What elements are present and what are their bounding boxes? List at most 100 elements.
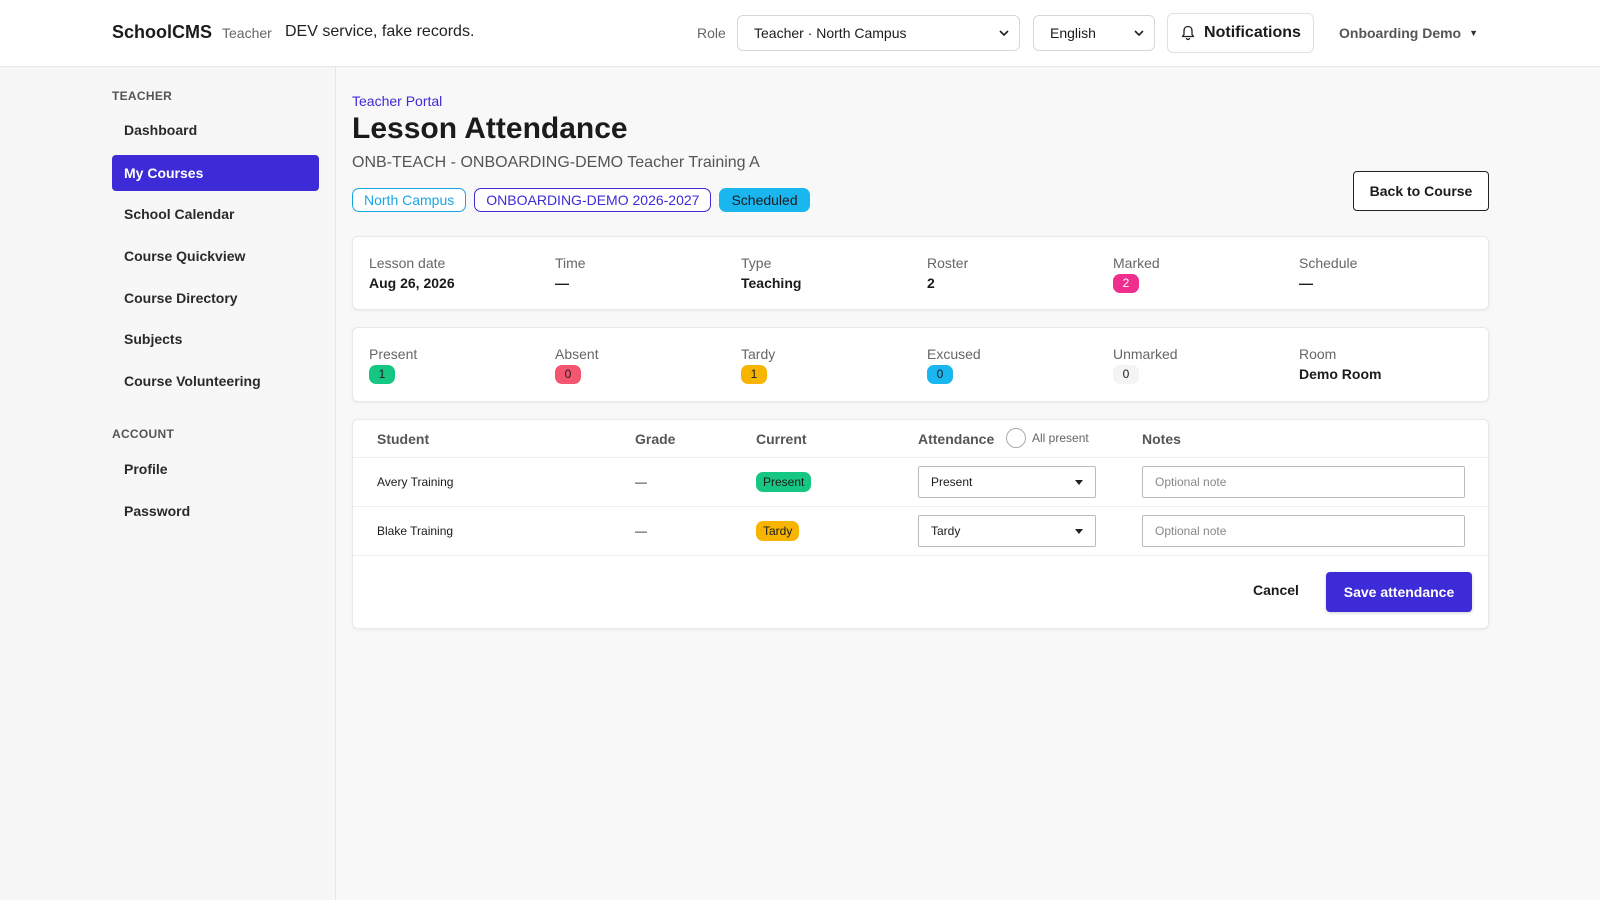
caret-down-icon [1075,479,1083,485]
absent-count-badge: 0 [555,365,581,384]
stat-label: Roster [927,255,969,271]
language-select[interactable]: English [1033,15,1155,51]
count-present: Present 1 [369,346,417,384]
language-select-value: English [1050,25,1096,41]
column-header-grade: Grade [635,431,676,447]
stat-label: Schedule [1299,255,1358,271]
role-select-value: Teacher · North Campus [754,25,907,41]
stat-value: Teaching [741,275,802,291]
current-status-badge: Tardy [756,521,800,541]
sidebar-item-school-calendar[interactable]: School Calendar [112,196,319,232]
count-unmarked: Unmarked 0 [1113,346,1178,384]
chevron-down-icon [1134,30,1144,37]
student-grade: — [635,475,647,489]
school-year-chip: ONBOARDING-DEMO 2026-2027 [474,188,712,212]
stat-value: — [1299,275,1313,291]
sidebar-item-course-directory[interactable]: Course Directory [112,280,319,316]
campus-chip: North Campus [352,188,467,212]
top-bar: SchoolCMS Teacher DEV service, fake reco… [0,0,1600,67]
attendance-select-value: Present [931,475,973,489]
attendance-table-card: Student Grade Current Attendance All pre… [352,419,1489,629]
note-input[interactable] [1142,466,1465,498]
user-name: Onboarding Demo [1339,25,1462,41]
marked-count-badge: 2 [1113,274,1139,293]
stat-label: Type [741,255,772,271]
user-menu[interactable]: Onboarding Demo ▼ [1339,25,1478,41]
all-present-checkbox[interactable] [1006,428,1026,448]
count-excused: Excused 0 [927,346,981,384]
stat-time: Time — [555,255,586,291]
all-present-label: All present [1032,431,1089,445]
sidebar: TEACHER Dashboard My Courses School Cale… [0,67,336,900]
present-count-badge: 1 [369,365,395,384]
sidebar-item-my-courses[interactable]: My Courses [112,155,319,191]
brand-role: Teacher [222,25,272,41]
count-tardy: Tardy 1 [741,346,775,384]
student-grade: — [635,524,647,538]
environment-note: DEV service, fake records. [285,23,475,40]
sidebar-item-dashboard[interactable]: Dashboard [112,112,319,148]
all-present-toggle[interactable]: All present [1006,428,1089,448]
sidebar-item-subjects[interactable]: Subjects [112,321,319,357]
course-subtitle: ONB-TEACH - ONBOARDING-DEMO Teacher Trai… [352,154,760,171]
stat-marked: Marked 2 [1113,255,1160,293]
note-input[interactable] [1142,515,1465,547]
stat-label: Lesson date [369,255,446,271]
stat-label: Marked [1113,255,1160,271]
column-header-attendance: Attendance [918,431,995,447]
sidebar-item-course-quickview[interactable]: Course Quickview [112,238,319,274]
stat-label: Absent [555,346,599,362]
excused-count-badge: 0 [927,365,953,384]
attendance-counts-card: Present 1 Absent 0 Tardy 1 Excused 0 Unm… [352,327,1489,402]
student-name: Blake Training [377,524,454,538]
sidebar-section-account: ACCOUNT [112,427,175,441]
stat-lesson-date: Lesson date Aug 26, 2026 [369,255,455,291]
count-absent: Absent 0 [555,346,599,384]
role-select[interactable]: Teacher · North Campus [737,15,1020,51]
back-to-course-button[interactable]: Back to Course [1353,171,1489,211]
brand-logo[interactable]: SchoolCMS [112,22,212,43]
sidebar-item-course-volunteering[interactable]: Course Volunteering [112,363,319,399]
stat-label: Time [555,255,586,271]
stat-label: Tardy [741,346,776,362]
status-badge: Scheduled [719,188,810,212]
breadcrumb[interactable]: Teacher Portal [352,93,442,109]
current-status-badge: Present [756,472,812,492]
stat-label: Unmarked [1113,346,1178,362]
attendance-select[interactable]: Present [918,466,1096,498]
page-title: Lesson Attendance [352,112,628,145]
stat-label: Present [369,346,418,362]
save-attendance-button[interactable]: Save attendance [1326,572,1472,612]
column-header-current: Current [756,431,807,447]
cancel-button[interactable]: Cancel [1253,582,1299,598]
table-row: Blake Training — Tardy Tardy [353,507,1488,556]
sidebar-section-teacher: TEACHER [112,89,173,103]
stat-type: Type Teaching [741,255,801,291]
role-label: Role [697,25,726,41]
stat-roster: Roster 2 [927,255,968,291]
notifications-label: Notifications [1204,24,1301,41]
student-name: Avery Training [377,475,454,489]
attendance-select-value: Tardy [931,524,961,538]
stat-value: Aug 26, 2026 [369,275,455,291]
column-header-student: Student [377,431,430,447]
stat-value: — [555,275,569,291]
chevron-down-icon [999,30,1009,37]
notifications-button[interactable]: Notifications [1167,13,1314,53]
chip-group: North Campus ONBOARDING-DEMO 2026-2027 S… [352,188,810,212]
sidebar-item-password[interactable]: Password [112,493,319,529]
table-header: Student Grade Current Attendance All pre… [353,420,1488,458]
table-row: Avery Training — Present Present [353,458,1488,507]
stat-label: Excused [927,346,981,362]
caret-down-icon [1075,528,1083,534]
column-header-notes: Notes [1142,431,1181,447]
caret-down-icon: ▼ [1469,28,1479,38]
stat-label: Room [1299,346,1337,362]
stat-value: Demo Room [1299,366,1382,382]
stat-schedule: Schedule — [1299,255,1357,291]
stat-value: 2 [927,275,935,291]
sidebar-item-profile[interactable]: Profile [112,451,319,487]
unmarked-count-badge: 0 [1113,365,1139,384]
lesson-info-card: Lesson date Aug 26, 2026 Time — Type Tea… [352,236,1489,310]
attendance-select[interactable]: Tardy [918,515,1096,547]
